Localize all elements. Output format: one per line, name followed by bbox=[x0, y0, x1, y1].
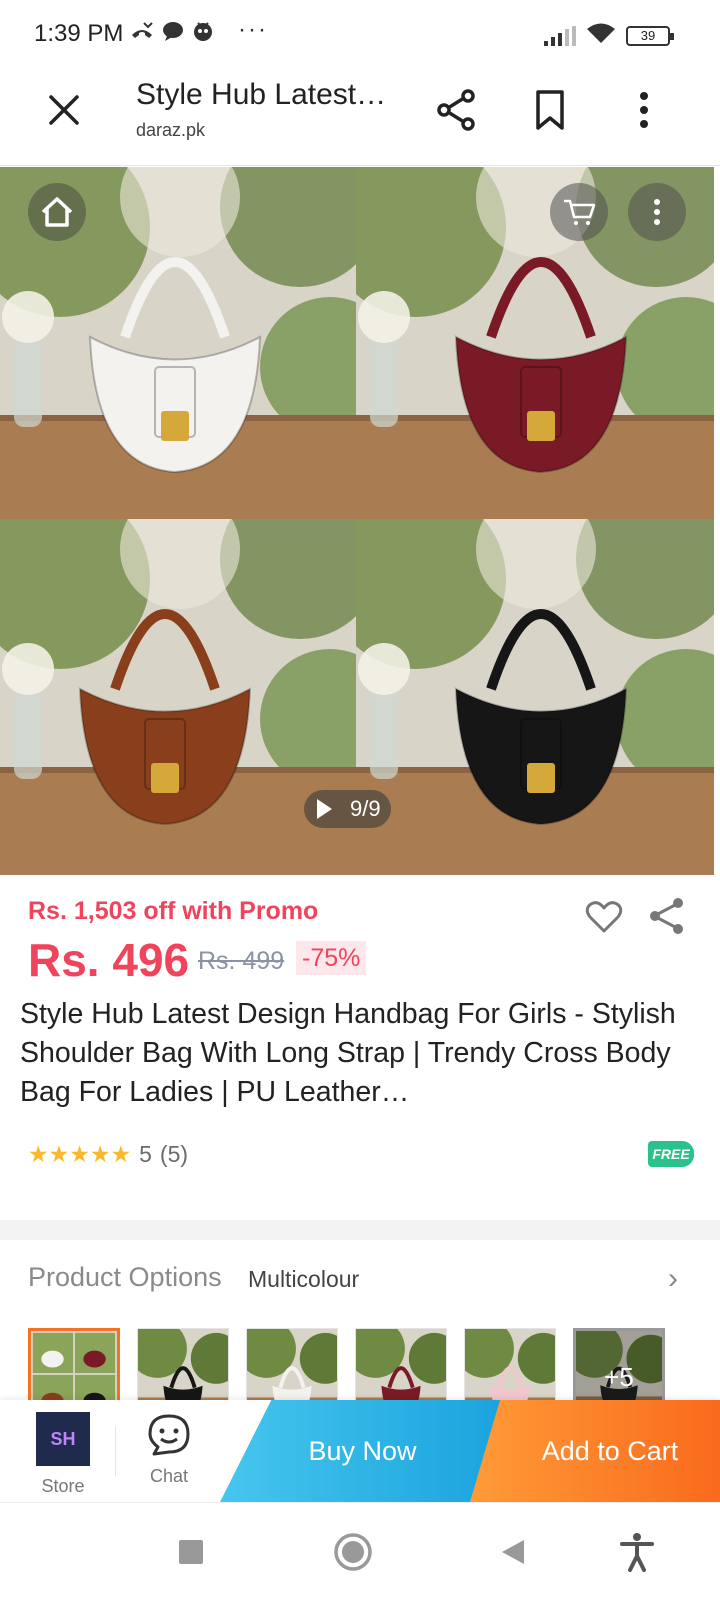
star-rating: ★★★★★ bbox=[28, 1141, 132, 1167]
bottom-action-bar: SH Store Chat Buy Now Add to Cart bbox=[0, 1400, 720, 1502]
chat-label: Chat bbox=[149, 1466, 189, 1486]
app-notification-icon bbox=[192, 20, 214, 48]
original-price: Rs. 499 bbox=[198, 947, 285, 975]
options-label: Product Options bbox=[28, 1262, 222, 1292]
more-options-button[interactable] bbox=[620, 86, 668, 134]
more-notifications-icon: ··· bbox=[238, 16, 268, 43]
action-separator bbox=[115, 1426, 116, 1476]
current-price: Rs. 496 bbox=[28, 934, 190, 986]
review-count: (5) bbox=[159, 1141, 189, 1167]
page-domain: daraz.pk bbox=[136, 120, 206, 140]
discount-badge: -75% bbox=[296, 941, 367, 975]
free-shipping-badge: FREE bbox=[648, 1141, 694, 1167]
accessibility-icon bbox=[620, 1533, 654, 1572]
page-title: Style Hub Latest… bbox=[136, 78, 387, 111]
more-vertical-icon bbox=[640, 92, 648, 128]
store-button[interactable]: SH Store bbox=[30, 1412, 96, 1497]
wifi-icon bbox=[586, 22, 616, 49]
buy-now-button[interactable]: Buy Now bbox=[220, 1400, 505, 1502]
product-gallery[interactable] bbox=[0, 167, 720, 885]
status-time: 1:39 PM bbox=[34, 20, 124, 47]
wishlist-button[interactable] bbox=[584, 897, 624, 937]
product-options[interactable]: Product Options Multicolour › +5 bbox=[0, 1240, 720, 1420]
gallery-more-button[interactable] bbox=[628, 183, 686, 241]
share-button[interactable] bbox=[432, 86, 480, 134]
browser-header: Style Hub Latest… daraz.pk bbox=[0, 66, 720, 166]
home-button[interactable] bbox=[28, 183, 86, 241]
image-counter[interactable]: 9/9 bbox=[304, 790, 391, 828]
price-section: Rs. 1,503 off with Promo Rs. 496 Rs. 499… bbox=[0, 885, 720, 1220]
gallery-image-black-bag[interactable] bbox=[356, 519, 714, 875]
play-video-button[interactable] bbox=[304, 790, 344, 828]
share-icon bbox=[437, 89, 475, 131]
rating-value: 5 bbox=[139, 1141, 152, 1167]
home-nav-button[interactable] bbox=[328, 1527, 378, 1577]
battery-icon: 39 bbox=[626, 25, 674, 46]
chevron-right-icon[interactable]: › bbox=[668, 1262, 678, 1296]
cart-icon bbox=[564, 199, 596, 225]
signal-icon bbox=[544, 25, 576, 46]
circle-home-icon bbox=[334, 1533, 372, 1571]
home-icon bbox=[41, 197, 73, 227]
store-logo: SH bbox=[36, 1412, 90, 1466]
chat-bubble-icon bbox=[162, 21, 184, 47]
back-button[interactable] bbox=[488, 1527, 538, 1577]
system-nav-bar bbox=[0, 1502, 720, 1600]
share-icon bbox=[650, 898, 683, 934]
play-icon bbox=[317, 799, 332, 819]
chat-icon bbox=[148, 1414, 190, 1456]
product-title: Style Hub Latest Design Handbag For Girl… bbox=[20, 998, 676, 1108]
status-bar: 1:39 PM ··· 39 bbox=[0, 0, 720, 66]
bookmark-icon bbox=[536, 90, 564, 130]
promo-text[interactable]: Rs. 1,503 off with Promo bbox=[28, 897, 318, 926]
more-vertical-icon bbox=[654, 199, 660, 225]
recents-button[interactable] bbox=[166, 1527, 216, 1577]
add-to-cart-button[interactable]: Add to Cart bbox=[470, 1400, 720, 1502]
section-divider bbox=[0, 1220, 720, 1240]
chat-button[interactable]: Chat bbox=[134, 1412, 204, 1487]
close-icon bbox=[49, 95, 79, 125]
heart-icon bbox=[585, 901, 623, 933]
close-button[interactable] bbox=[44, 90, 84, 130]
image-count: 9/9 bbox=[344, 790, 391, 828]
accessibility-button[interactable] bbox=[612, 1527, 662, 1577]
system-status-icons: 39 bbox=[544, 22, 674, 49]
missed-call-icon bbox=[130, 21, 154, 47]
rating-row[interactable]: ★★★★★ 5 (5) bbox=[28, 1141, 188, 1168]
notification-icons bbox=[130, 20, 214, 48]
product-share-button[interactable] bbox=[646, 895, 688, 937]
options-value: Multicolour bbox=[248, 1266, 360, 1292]
store-label: Store bbox=[41, 1476, 85, 1496]
cart-button[interactable] bbox=[550, 183, 608, 241]
back-triangle-icon bbox=[502, 1540, 524, 1564]
square-icon bbox=[179, 1540, 203, 1564]
bookmark-button[interactable] bbox=[526, 86, 574, 134]
